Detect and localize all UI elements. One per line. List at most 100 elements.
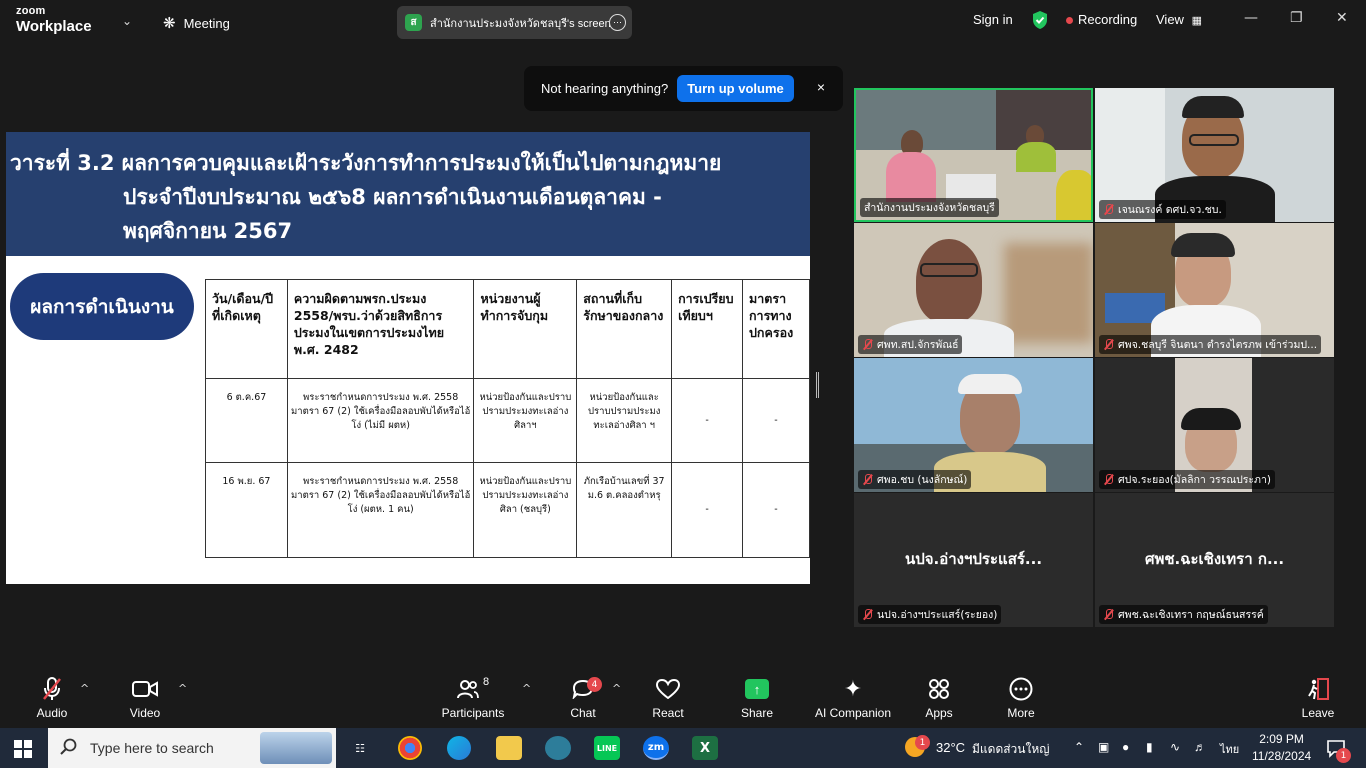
zoom-app-icon[interactable]: zm (643, 736, 669, 760)
close-notification-icon[interactable]: × (817, 79, 825, 95)
recording-indicator[interactable]: Recording (1066, 12, 1137, 27)
video-tile[interactable]: ศปจ.ระยอง(มัลลิกา วรรณประภา) (1095, 358, 1334, 492)
participants-button[interactable]: 8 Participants (440, 676, 506, 720)
participant-name: ศพอ.ชบ (นงลักษณ์) (858, 470, 972, 489)
shared-slide: วาระที่ 3.2 ผลการควบคุมและเฝ้าระวังการทำ… (6, 132, 810, 584)
taskbar-search[interactable]: Type here to search (48, 728, 336, 768)
video-label: Video (129, 706, 161, 720)
edge-icon[interactable] (447, 736, 471, 760)
weather-temp[interactable]: 32°C (936, 740, 965, 755)
notification-count-badge: 1 (1336, 748, 1351, 763)
caret-up-icon[interactable]: ^ (178, 682, 187, 695)
caret-up-icon[interactable]: ^ (80, 682, 89, 695)
zoom-logo: zoom Workplace (16, 5, 92, 35)
clock-time: 2:09 PM (1259, 732, 1304, 746)
participants-count: 8 (482, 676, 490, 688)
participant-name-text: สำนักงานประมงจังหวัดชลบุรี (864, 202, 995, 214)
shield-check-icon[interactable] (1031, 10, 1049, 33)
video-tile[interactable]: เจนณรงค์ ดศป.จว.ชบ. (1095, 88, 1334, 222)
mic-off-icon (1103, 609, 1114, 620)
more-button[interactable]: More (1004, 676, 1038, 720)
windows-start-icon[interactable] (14, 740, 32, 762)
table-cell: - (741, 462, 810, 558)
table-cell: - (741, 378, 810, 463)
wifi-icon[interactable]: ∿ (1170, 740, 1180, 754)
notification-text: Not hearing anything? (541, 81, 669, 96)
hair (1171, 233, 1235, 257)
excel-icon[interactable]: X (692, 736, 718, 760)
search-highlight-image (260, 732, 332, 764)
weather-text[interactable]: มีแดดส่วนใหญ่ (972, 740, 1050, 759)
close-icon[interactable]: ✕ (1336, 10, 1348, 26)
chevron-down-icon[interactable]: ⌄ (122, 14, 132, 28)
projector (946, 174, 996, 200)
participant-name: ศพจ.ชลบุรี จินตนา ตำรงไตรภพ เข้าร่วมป... (1099, 335, 1322, 354)
share-button[interactable]: ↑ Share (740, 676, 774, 720)
sign-in-link[interactable]: Sign in (973, 12, 1013, 27)
apps-button[interactable]: Apps (922, 676, 956, 720)
table-cell: พระราชกำหนดการประมง พ.ศ. 2558 มาตรา 67 (… (286, 378, 475, 463)
video-tile[interactable]: ศพช.ฉะเชิงเทรา ก... ศพช.ฉะเชิงเทรา กฤษณ์… (1095, 493, 1334, 627)
microphone-icon[interactable]: ● (1122, 740, 1129, 754)
ai-companion-button[interactable]: ✦ AI Companion (812, 676, 894, 720)
react-label: React (652, 706, 684, 720)
top-bar: zoom Workplace ⌄ ❋ Meeting ส สำนักงานประ… (0, 0, 1366, 44)
audio-notification: Not hearing anything? Turn up volume × (524, 66, 843, 111)
audio-label: Audio (36, 706, 68, 720)
video-button[interactable]: Video (124, 676, 166, 720)
more-label: More (1007, 706, 1035, 720)
line-app-icon[interactable]: LINE (594, 736, 620, 760)
hair (958, 374, 1022, 394)
caret-up-icon[interactable]: ^ (612, 682, 621, 695)
view-button[interactable]: View ▦ (1156, 12, 1202, 27)
chrome-icon[interactable] (398, 736, 422, 760)
mic-off-icon (862, 339, 873, 350)
participant-name: นปจ.อ่างฯประแสร์(ระยอง) (858, 605, 1002, 624)
participant-name: สำนักงานประมงจังหวัดชลบุรี (860, 198, 999, 217)
title-line3: พฤศจิกายน 2567 (123, 219, 293, 243)
search-app-icon[interactable] (545, 736, 571, 760)
table-cell: - (671, 378, 743, 463)
speaker-icon[interactable]: ♬ (1194, 740, 1206, 754)
apps-label: Apps (925, 706, 953, 720)
minimize-icon[interactable]: — (1244, 10, 1258, 26)
taskbar-clock[interactable]: 2:09 PM 11/28/2024 (1252, 731, 1311, 765)
file-explorer-icon[interactable] (496, 736, 522, 760)
meeting-label: Meeting (183, 15, 230, 31)
leave-button[interactable]: Leave (1300, 676, 1336, 720)
mic-off-icon (32, 676, 72, 702)
result-pill: ผลการดำเนินงาน (10, 273, 194, 340)
meet-now-icon[interactable]: ▣ (1098, 740, 1109, 754)
video-tile[interactable]: สำนักงานประมงจังหวัดชลบุรี (854, 88, 1093, 222)
meeting-menu[interactable]: ❋ Meeting (163, 14, 230, 32)
blurred-background (1004, 243, 1093, 343)
video-tile[interactable]: ศพท.สป.จักรพัณธ์ (854, 223, 1093, 357)
more-icon[interactable]: ⋯ (609, 14, 626, 31)
video-tile[interactable]: ศพจ.ชลบุรี จินตนา ตำรงไตรภพ เข้าร่วมป... (1095, 223, 1334, 357)
restore-icon[interactable]: ❐ (1290, 10, 1303, 26)
battery-icon[interactable]: ▮ (1146, 740, 1153, 754)
turn-up-volume-button[interactable]: Turn up volume (677, 75, 794, 102)
task-view-icon[interactable]: ☷ (347, 736, 373, 760)
language-indicator[interactable]: ไทย (1220, 740, 1239, 758)
person-body (1056, 170, 1091, 220)
search-icon (60, 738, 78, 759)
participant-name-text: ศพอ.ชบ (นงลักษณ์) (877, 474, 968, 486)
react-button[interactable]: React (650, 676, 686, 720)
chat-unread-badge: 4 (587, 677, 602, 692)
splitter-handle[interactable] (816, 372, 819, 398)
video-tile[interactable]: ศพอ.ชบ (นงลักษณ์) (854, 358, 1093, 492)
participant-name-text: ศพจ.ชลบุรี จินตนา ตำรงไตรภพ เข้าร่วมป... (1118, 339, 1318, 351)
background-poster (996, 90, 1091, 150)
participant-name: เจนณรงค์ ดศป.จว.ชบ. (1099, 200, 1226, 219)
participant-name-text: เจนณรงค์ ดศป.จว.ชบ. (1118, 204, 1222, 216)
view-label: View (1156, 12, 1184, 27)
leave-icon (1300, 676, 1336, 702)
audio-button[interactable]: Audio (32, 676, 72, 720)
chevron-up-icon[interactable]: ⌃ (1074, 740, 1084, 754)
logo-line1: zoom (16, 5, 46, 17)
table-cell: - (671, 462, 743, 558)
video-tile[interactable]: นปจ.อ่างฯประแสร์... นปจ.อ่างฯประแสร์(ระย… (854, 493, 1093, 627)
shared-screen-pill[interactable]: ส สำนักงานประมงจังหวัดชลบุรี's screen ⋯ (397, 6, 632, 39)
caret-up-icon[interactable]: ^ (522, 682, 531, 695)
